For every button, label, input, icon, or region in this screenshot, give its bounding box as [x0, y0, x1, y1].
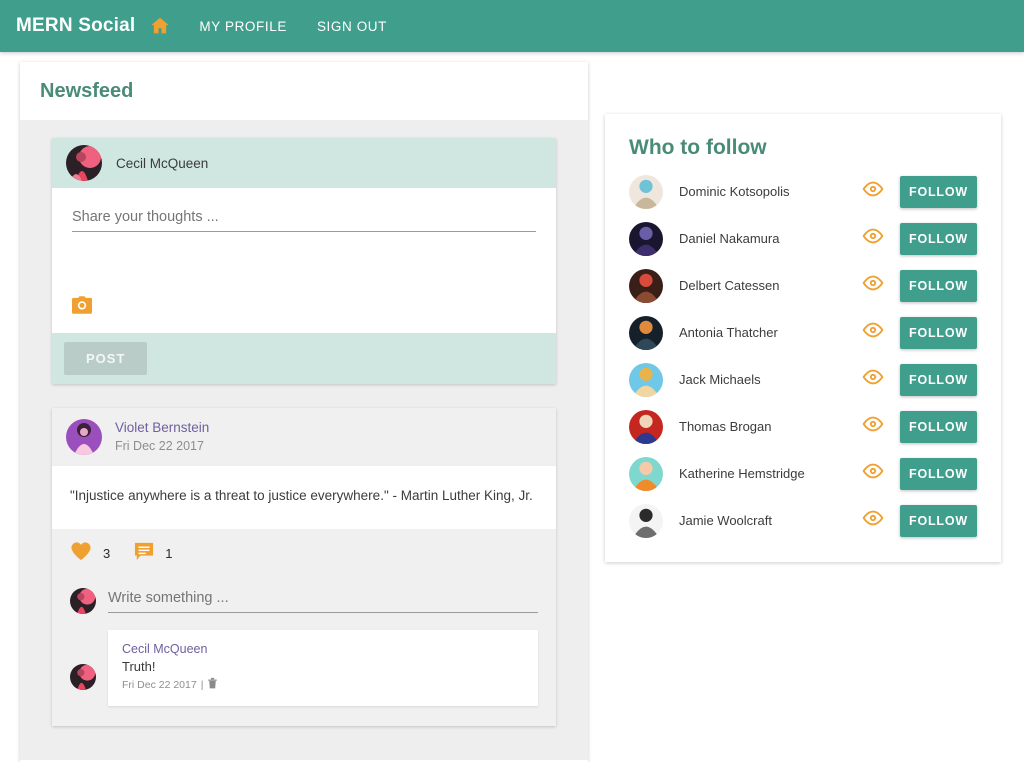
follow-person-name: Delbert Catessen — [679, 278, 862, 293]
follow-button[interactable]: FOLLOW — [900, 411, 977, 443]
eye-icon[interactable] — [862, 369, 884, 391]
new-post-card: Cecil McQueen — [52, 138, 556, 384]
eye-icon[interactable] — [862, 181, 884, 203]
page-body: Newsfeed — [0, 52, 1024, 737]
follow-list-item: Delbert Catessen FOLLOW — [605, 262, 1001, 309]
comment-icon[interactable] — [134, 542, 154, 566]
follow-button[interactable]: FOLLOW — [900, 270, 977, 302]
newsfeed-card: Newsfeed — [20, 62, 588, 762]
new-post-footer: POST — [52, 333, 556, 384]
comment-author[interactable]: Cecil McQueen — [122, 640, 524, 658]
post-button[interactable]: POST — [64, 342, 147, 375]
nav-sign-out[interactable]: SIGN OUT — [317, 19, 387, 34]
eye-icon[interactable] — [862, 416, 884, 438]
new-post-header: Cecil McQueen — [52, 138, 556, 188]
follow-list-item: Thomas Brogan FOLLOW — [605, 403, 1001, 450]
home-icon[interactable] — [149, 15, 171, 37]
eye-icon[interactable] — [862, 322, 884, 344]
heart-icon[interactable] — [70, 541, 92, 566]
share-thoughts-input[interactable] — [72, 209, 536, 232]
newsfeed-header: Newsfeed — [20, 62, 588, 120]
newsfeed-title: Newsfeed — [40, 80, 133, 103]
follow-list-item: Antonia Thatcher FOLLOW — [605, 309, 1001, 356]
comment-item: Cecil McQueen Truth! Fri Dec 22 2017 | — [70, 614, 538, 706]
comment-input[interactable] — [108, 590, 538, 613]
follow-list-item: Jamie Woolcraft FOLLOW — [605, 497, 1001, 544]
follow-list-item: Dominic Kotsopolis FOLLOW — [605, 168, 1001, 215]
avatar — [629, 457, 663, 491]
avatar — [66, 419, 102, 455]
post-text: "Injustice anywhere is a threat to justi… — [52, 466, 556, 529]
follow-button[interactable]: FOLLOW — [900, 223, 977, 255]
post-author[interactable]: Violet Bernstein — [115, 419, 209, 437]
avatar — [629, 269, 663, 303]
follow-person-name: Jamie Woolcraft — [679, 513, 862, 528]
camera-icon[interactable] — [72, 301, 92, 318]
follow-person-name: Jack Michaels — [679, 372, 862, 387]
comment-separator: | — [201, 678, 204, 693]
eye-icon[interactable] — [862, 228, 884, 250]
follow-button[interactable]: FOLLOW — [900, 176, 977, 208]
follow-person-name: Katherine Hemstridge — [679, 466, 862, 481]
follow-person-name: Thomas Brogan — [679, 419, 862, 434]
eye-icon[interactable] — [862, 510, 884, 532]
avatar — [629, 504, 663, 538]
trash-icon[interactable] — [207, 677, 218, 694]
newsfeed-body: Cecil McQueen — [20, 120, 588, 760]
follow-person-name: Dominic Kotsopolis — [679, 184, 862, 199]
comment-text: Truth! — [122, 658, 524, 677]
nav-my-profile[interactable]: MY PROFILE — [199, 19, 287, 34]
comment-count: 1 — [165, 546, 172, 561]
share-thoughts-wrap — [72, 208, 536, 286]
eye-icon[interactable] — [862, 463, 884, 485]
app-bar: MERN Social MY PROFILE SIGN OUT — [0, 0, 1024, 52]
follow-person-name: Antonia Thatcher — [679, 325, 862, 340]
avatar — [66, 145, 102, 181]
photo-upload-row — [72, 286, 536, 323]
follow-person-name: Daniel Nakamura — [679, 231, 862, 246]
follow-button[interactable]: FOLLOW — [900, 458, 977, 490]
comment-date: Fri Dec 22 2017 — [122, 678, 197, 693]
who-to-follow-list: Dominic Kotsopolis FOLLOW Daniel Nakamur… — [605, 168, 1001, 544]
avatar — [629, 222, 663, 256]
comment-meta: Fri Dec 22 2017 | — [122, 677, 524, 694]
follow-list-item: Jack Michaels FOLLOW — [605, 356, 1001, 403]
follow-button[interactable]: FOLLOW — [900, 364, 977, 396]
post-meta: Violet Bernstein Fri Dec 22 2017 — [115, 419, 209, 454]
new-post-body — [52, 188, 556, 333]
avatar — [629, 410, 663, 444]
who-to-follow-title: Who to follow — [605, 136, 1001, 168]
new-post-author: Cecil McQueen — [116, 156, 208, 171]
avatar — [70, 588, 96, 614]
comments-section: Cecil McQueen Truth! Fri Dec 22 2017 | — [52, 578, 556, 726]
avatar — [629, 175, 663, 209]
follow-list-item: Daniel Nakamura FOLLOW — [605, 215, 1001, 262]
who-to-follow-card: Who to follow Dominic Kotsopolis FOLLOW … — [605, 114, 1001, 562]
avatar — [629, 316, 663, 350]
post-actions: 3 1 — [52, 529, 556, 578]
follow-list-item: Katherine Hemstridge FOLLOW — [605, 450, 1001, 497]
eye-icon[interactable] — [862, 275, 884, 297]
post-card: Violet Bernstein Fri Dec 22 2017 "Injust… — [52, 408, 556, 726]
app-title: MERN Social — [16, 15, 135, 37]
avatar — [629, 363, 663, 397]
like-count: 3 — [103, 546, 110, 561]
post-date: Fri Dec 22 2017 — [115, 438, 209, 455]
follow-button[interactable]: FOLLOW — [900, 505, 977, 537]
comment-input-row — [70, 582, 538, 614]
post-header: Violet Bernstein Fri Dec 22 2017 — [52, 408, 556, 466]
comment-card: Cecil McQueen Truth! Fri Dec 22 2017 | — [108, 630, 538, 706]
avatar — [70, 664, 96, 690]
follow-button[interactable]: FOLLOW — [900, 317, 977, 349]
